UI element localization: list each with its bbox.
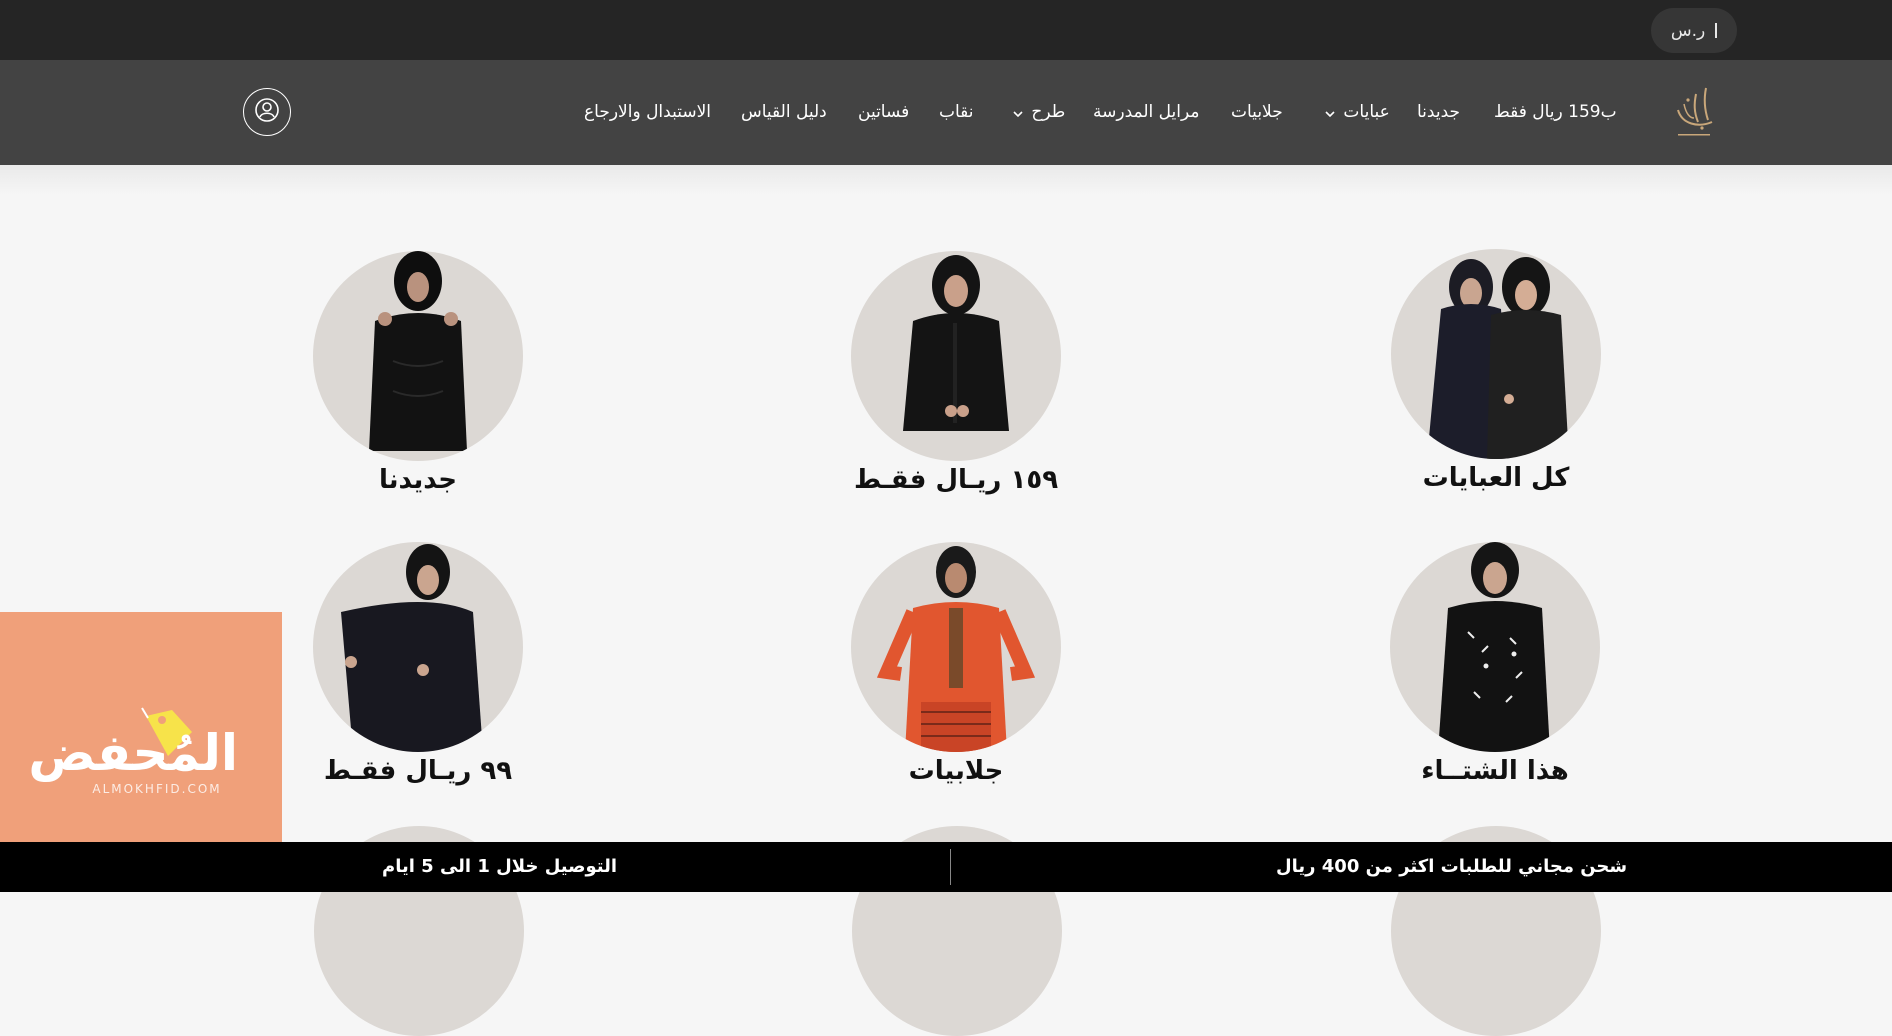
banner-divider <box>950 849 951 885</box>
nav-item-label: فساتين <box>858 102 910 122</box>
category-image <box>313 542 523 752</box>
nav-item-jalabiyas[interactable]: جلابيات <box>1231 99 1283 125</box>
delivery-time-text: التوصيل خلال 1 الى 5 ايام <box>382 856 618 877</box>
chevron-down-icon <box>1322 104 1338 120</box>
currency-label: ر.س <box>1670 20 1706 41</box>
watermark-logo: المُحفض <box>28 724 238 782</box>
brand-logo-icon[interactable] <box>1668 84 1720 142</box>
category-image <box>313 251 523 461</box>
nav-item-scarves[interactable]: طرح <box>1010 99 1065 125</box>
category-this-winter[interactable]: هذا الشتــاء <box>1380 542 1610 786</box>
nav-item-label: جلابيات <box>1231 102 1283 122</box>
category-label: ١٥٩ ريـال فقـط <box>853 465 1059 495</box>
free-shipping-text: شحن مجاني للطلبات اكثر من 400 ريال <box>1276 856 1628 877</box>
shipping-banner: شحن مجاني للطلبات اكثر من 400 ريال التوص… <box>0 842 1892 892</box>
nav-item-label: نقاب <box>939 102 974 122</box>
category-99-riyal[interactable]: ٩٩ ريـال فقـط <box>303 542 533 786</box>
watermark-domain: ALMOKHFID.COM <box>92 782 222 796</box>
category-label: ٩٩ ريـال فقـط <box>323 756 513 786</box>
category-new[interactable]: جديدنا <box>303 251 533 495</box>
nav-item-label: مرايل المدرسة <box>1093 102 1200 122</box>
currency-divider <box>1715 23 1718 38</box>
category-159-riyal[interactable]: ١٥٩ ريـال فقـط <box>841 251 1071 495</box>
nav-item-label: دليل القياس <box>741 102 827 122</box>
category-image <box>1390 542 1600 752</box>
category-jalabiyas[interactable]: جلابيات <box>841 542 1071 786</box>
category-image <box>851 542 1061 752</box>
nav-item-label: طرح <box>1031 102 1066 122</box>
nav-item-label: ب159 ريال فقط <box>1494 102 1617 122</box>
nav-shadow <box>0 165 1892 195</box>
category-label: جديدنا <box>378 465 458 495</box>
nav-item-label: الاستبدال والارجاع <box>584 102 711 122</box>
currency-selector[interactable]: ر.س <box>1651 8 1737 53</box>
nav-item-returns[interactable]: الاستبدال والارجاع <box>584 99 711 125</box>
nav-item-dresses[interactable]: فساتين <box>858 99 909 125</box>
category-image <box>1391 249 1601 459</box>
nav-item-niqab[interactable]: نقاب <box>939 99 974 125</box>
nav-item-new[interactable]: جديدنا <box>1417 99 1460 125</box>
category-label: هذا الشتــاء <box>1421 756 1569 786</box>
category-label: كل العبايات <box>1422 463 1570 493</box>
nav-item-label: عبايات <box>1343 102 1390 122</box>
chevron-down-icon <box>1010 104 1026 120</box>
category-label: جلابيات <box>908 756 1004 786</box>
nav-item-school-aprons[interactable]: مرايل المدرسة <box>1093 99 1199 125</box>
user-circle-icon <box>252 95 282 129</box>
category-all-abayas[interactable]: كل العبايات <box>1381 249 1611 493</box>
account-button[interactable] <box>243 88 291 136</box>
top-bar: ر.س <box>0 0 1892 60</box>
category-image <box>851 251 1061 461</box>
nav-item-label: جديدنا <box>1417 102 1460 122</box>
nav-item-159-riyal[interactable]: ب159 ريال فقط <box>1494 99 1617 125</box>
nav-item-size-guide[interactable]: دليل القياس <box>741 99 827 125</box>
nav-item-abayas[interactable]: عبايات <box>1322 99 1390 125</box>
